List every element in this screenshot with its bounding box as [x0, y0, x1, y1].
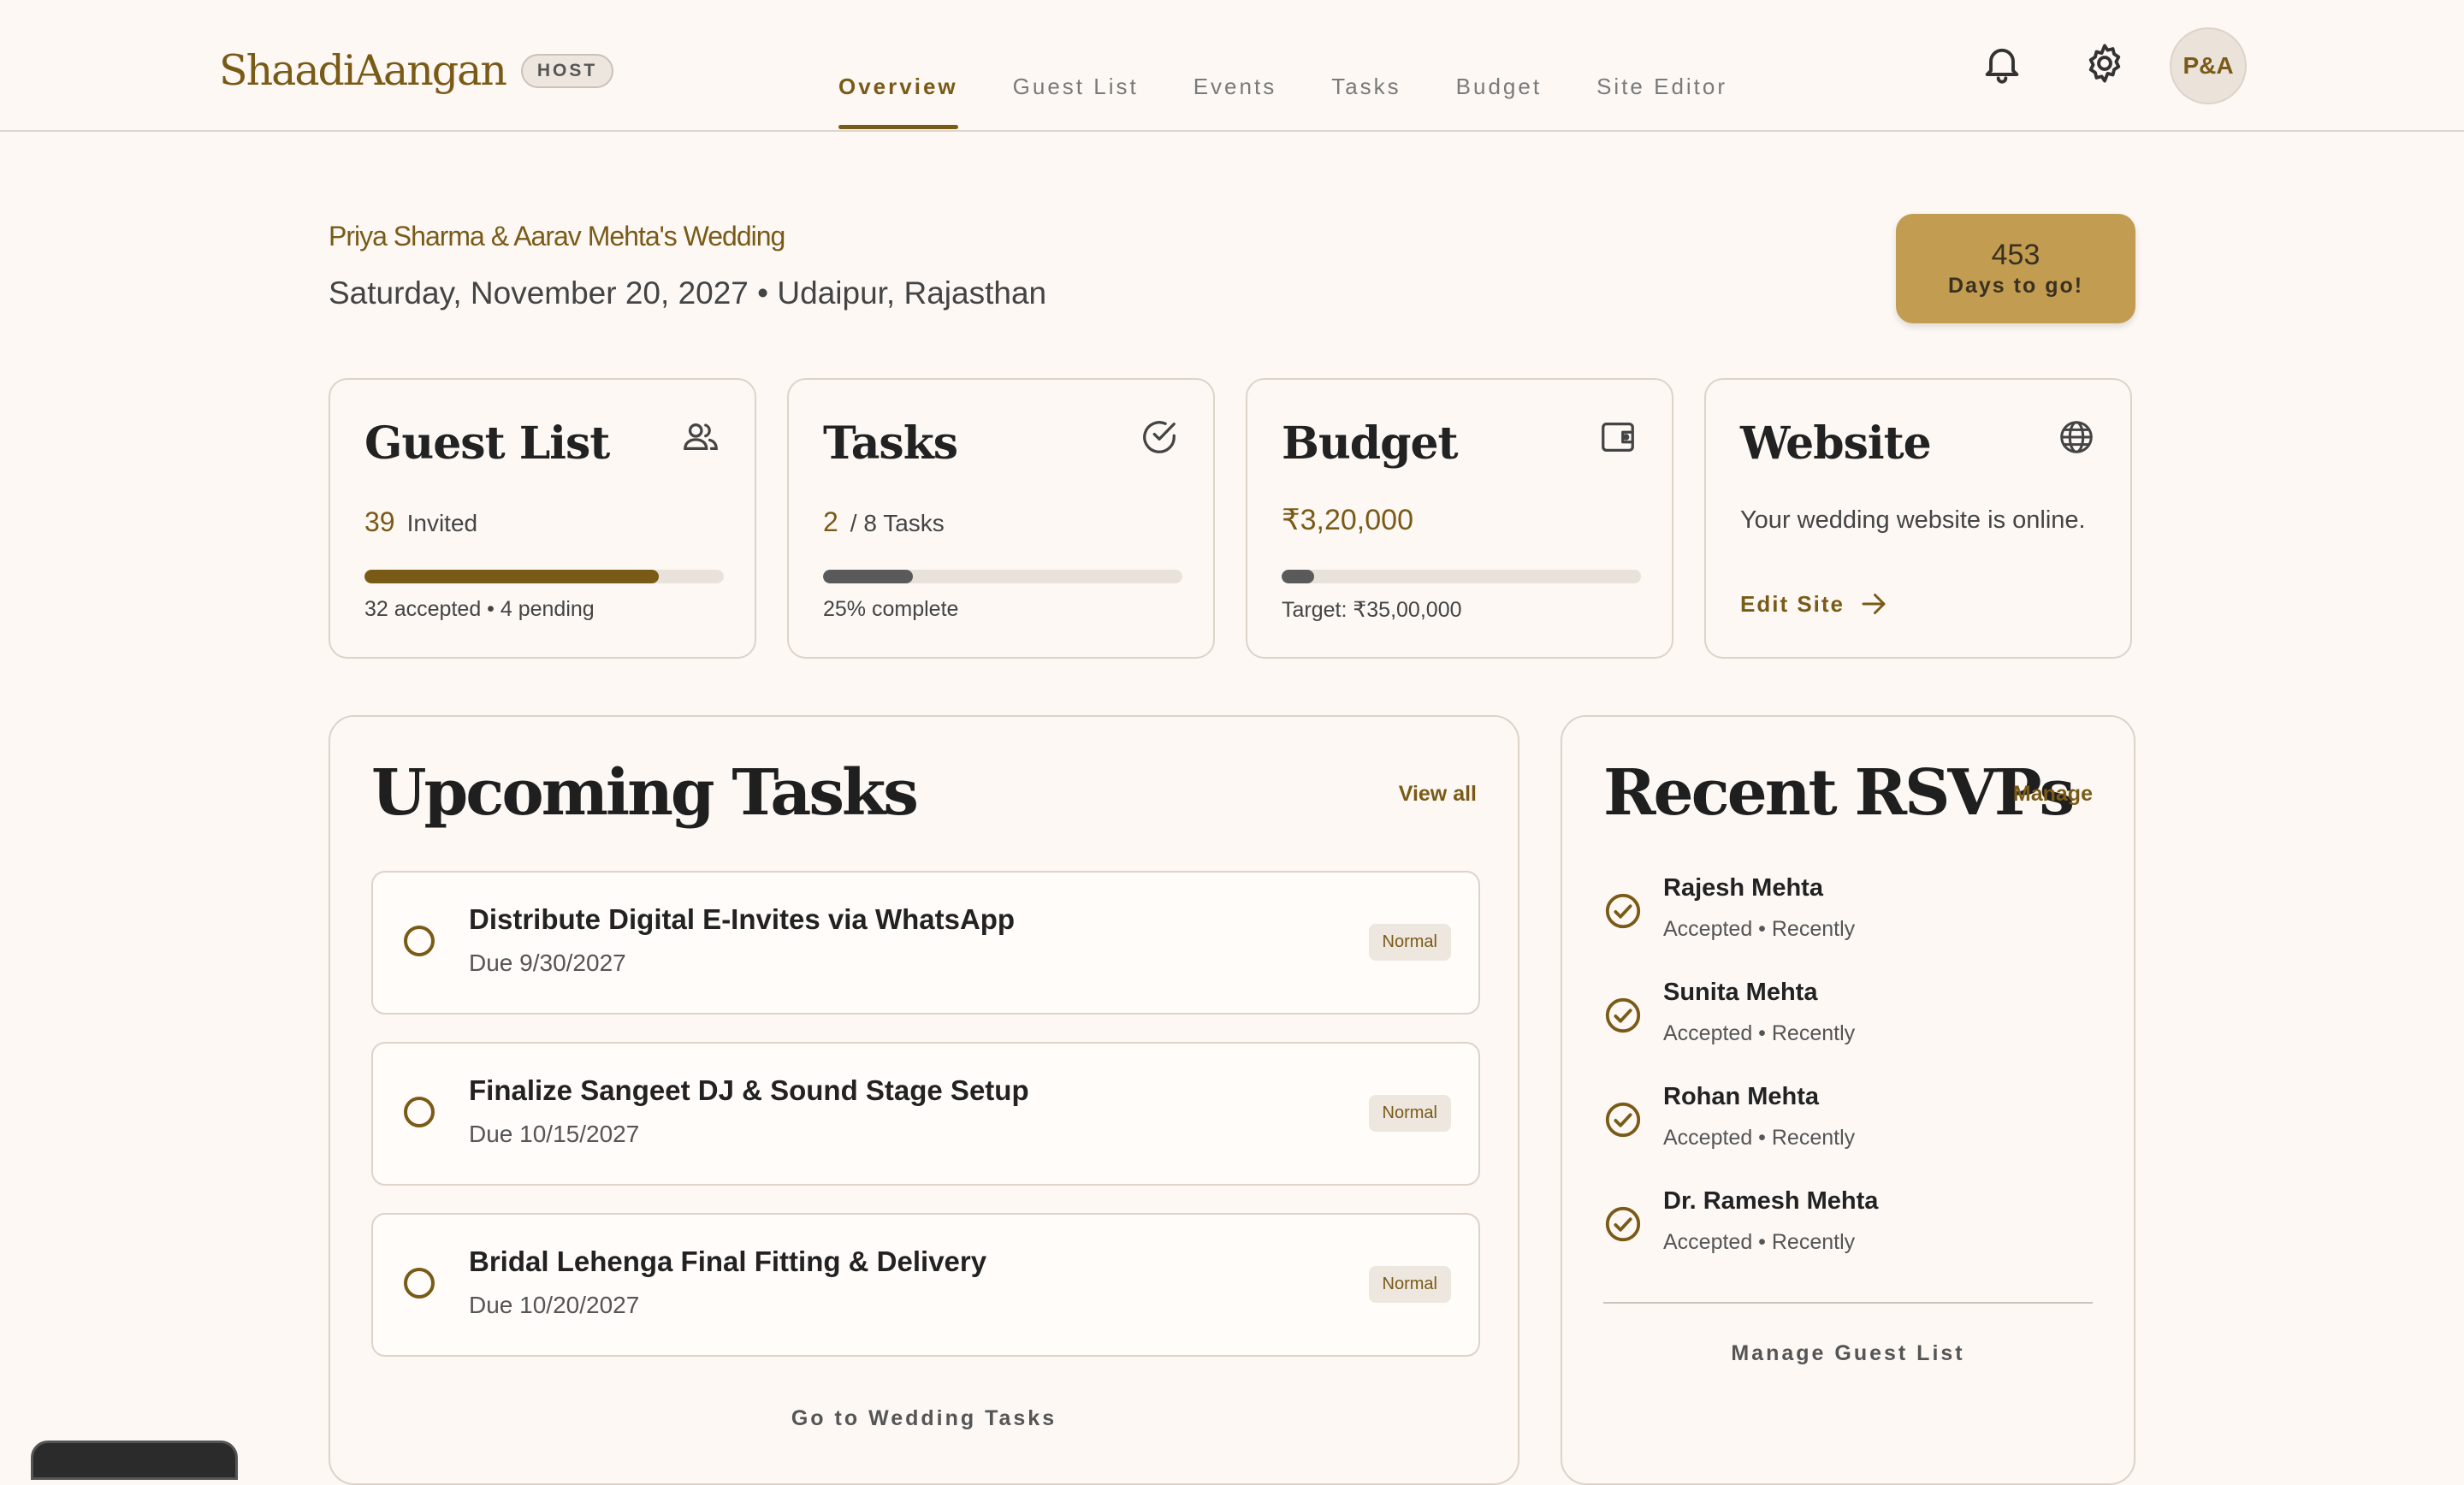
rsvp-status: Accepted • Recently	[1663, 1230, 1856, 1254]
check-circle-icon	[1605, 997, 1641, 1033]
task-item[interactable]: Finalize Sangeet DJ & Sound Stage Setup …	[371, 1042, 1480, 1186]
task-count: 2	[823, 506, 838, 537]
guest-progress-fill	[364, 570, 660, 583]
brand: ShaadiAangan HOST	[219, 46, 614, 95]
check-circle-icon	[1605, 893, 1641, 929]
tab-tasks[interactable]: Tasks	[1331, 74, 1401, 100]
task-summary: 25% complete	[823, 597, 959, 621]
users-icon	[684, 423, 718, 451]
rsvp-name: Rajesh Mehta	[1663, 874, 1823, 902]
rsvp-item: Dr. Ramesh Mehta Accepted • Recently	[1603, 1187, 2082, 1273]
task-item[interactable]: Distribute Digital E-Invites via WhatsAp…	[371, 871, 1480, 1015]
recent-rsvps-panel: Recent RSVPs Manage Rajesh Mehta Accepte…	[1561, 715, 2135, 1485]
guest-progress-bar	[364, 570, 724, 583]
manage-guest-list-link[interactable]: Manage Guest List	[1562, 1341, 2134, 1366]
upcoming-tasks-title: Upcoming Tasks	[371, 756, 919, 830]
check-circle-icon	[1605, 1206, 1641, 1242]
rsvp-item: Rohan Mehta Accepted • Recently	[1603, 1083, 2082, 1168]
guest-stat: 39 Invited	[364, 506, 477, 538]
task-title: Distribute Digital E-Invites via WhatsAp…	[469, 903, 1016, 935]
rsvp-item: Sunita Mehta Accepted • Recently	[1603, 979, 2082, 1064]
gear-icon[interactable]	[2082, 41, 2127, 86]
rsvp-item: Rajesh Mehta Accepted • Recently	[1603, 874, 2082, 960]
guest-count-label: Invited	[406, 510, 478, 536]
card-title: Guest List	[364, 417, 610, 470]
task-checkbox[interactable]	[404, 1268, 435, 1299]
priority-badge: Normal	[1368, 924, 1451, 961]
edit-site-link[interactable]: Edit Site	[1740, 589, 1889, 619]
card-title: Budget	[1282, 417, 1459, 470]
task-checkbox[interactable]	[404, 1097, 435, 1127]
task-progress-bar	[823, 570, 1182, 583]
tab-guest-list[interactable]: Guest List	[1013, 74, 1139, 100]
check-circle-icon	[1143, 421, 1176, 453]
avatar[interactable]: P&A	[2170, 27, 2247, 104]
budget-card[interactable]: Budget ₹3,20,000 Target: ₹35,00,000	[1246, 378, 1673, 659]
task-due-date: Due 10/20/2027	[469, 1292, 640, 1318]
task-count-label: / 8 Tasks	[850, 510, 945, 536]
card-title: Tasks	[823, 417, 958, 470]
arrow-right-icon	[1862, 594, 1886, 614]
rsvp-status: Accepted • Recently	[1663, 1021, 1856, 1045]
top-header: ShaadiAangan HOST Overview Guest List Ev…	[0, 0, 2464, 132]
manage-link[interactable]: Manage	[2013, 782, 2093, 807]
host-badge: HOST	[520, 53, 614, 88]
upcoming-tasks-panel: Upcoming Tasks View all Distribute Digit…	[329, 715, 1519, 1485]
budget-target: Target: ₹35,00,000	[1282, 598, 1462, 622]
bell-icon[interactable]	[1980, 41, 2024, 86]
countdown-number: 453	[1991, 239, 2040, 271]
budget-progress-bar	[1282, 570, 1641, 583]
website-status: Your wedding website is online.	[1740, 506, 2086, 534]
wallet-icon	[1602, 423, 1634, 452]
guest-list-card[interactable]: Guest List 39 Invited 32 accepted • 4 pen…	[329, 378, 756, 659]
rsvp-name: Dr. Ramesh Mehta	[1663, 1187, 1879, 1215]
card-title: Website	[1740, 417, 1932, 470]
task-due-date: Due 10/15/2027	[469, 1121, 640, 1147]
tab-overview[interactable]: Overview	[838, 74, 958, 129]
tab-events[interactable]: Events	[1194, 74, 1277, 100]
tab-overview-label: Overview	[838, 74, 958, 99]
task-title: Bridal Lehenga Final Fitting & Delivery	[469, 1245, 987, 1277]
task-item[interactable]: Bridal Lehenga Final Fitting & Delivery …	[371, 1213, 1480, 1357]
task-checkbox[interactable]	[404, 926, 435, 956]
tasks-card[interactable]: Tasks 2 / 8 Tasks 25% complete	[787, 378, 1215, 659]
check-circle-icon	[1605, 1102, 1641, 1138]
wedding-title: Priya Sharma & Aarav Mehta's Wedding	[329, 221, 785, 251]
tab-budget[interactable]: Budget	[1456, 74, 1542, 100]
task-due-date: Due 9/30/2027	[469, 950, 626, 976]
active-tab-indicator	[838, 125, 958, 129]
task-title: Finalize Sangeet DJ & Sound Stage Setup	[469, 1074, 1029, 1106]
rsvp-name: Sunita Mehta	[1663, 979, 1818, 1006]
wedding-date-location: Saturday, November 20, 2027 • Udaipur, R…	[329, 275, 1047, 311]
edit-site-label: Edit Site	[1740, 590, 1845, 617]
tab-site-editor[interactable]: Site Editor	[1596, 74, 1727, 100]
countdown-label: Days to go!	[1947, 274, 2084, 298]
budget-spent: ₹3,20,000	[1282, 504, 1413, 536]
guest-summary: 32 accepted • 4 pending	[364, 597, 595, 621]
rsvp-name: Rohan Mehta	[1663, 1083, 1820, 1110]
app-logo[interactable]: ShaadiAangan	[219, 46, 507, 95]
view-all-link[interactable]: View all	[1399, 782, 1477, 807]
rsvp-status: Accepted • Recently	[1663, 917, 1856, 941]
rsvp-status: Accepted • Recently	[1663, 1126, 1856, 1150]
go-to-tasks-link[interactable]: Go to Wedding Tasks	[330, 1406, 1518, 1431]
guest-count: 39	[364, 506, 395, 537]
priority-badge: Normal	[1368, 1095, 1451, 1132]
priority-badge: Normal	[1368, 1266, 1451, 1303]
task-stat: 2 / 8 Tasks	[823, 506, 945, 538]
countdown-badge: 453 Days to go!	[1896, 214, 2135, 323]
floating-toolbar[interactable]	[31, 1441, 238, 1480]
globe-icon	[2060, 421, 2093, 453]
budget-progress-fill	[1282, 570, 1314, 583]
website-card[interactable]: Website Your wedding website is online. …	[1704, 378, 2132, 659]
main-nav: Overview Guest List Events Tasks Budget …	[838, 74, 1782, 129]
divider	[1603, 1302, 2093, 1304]
task-progress-fill	[823, 570, 913, 583]
recent-rsvps-title: Recent RSVPs	[1603, 756, 2075, 830]
